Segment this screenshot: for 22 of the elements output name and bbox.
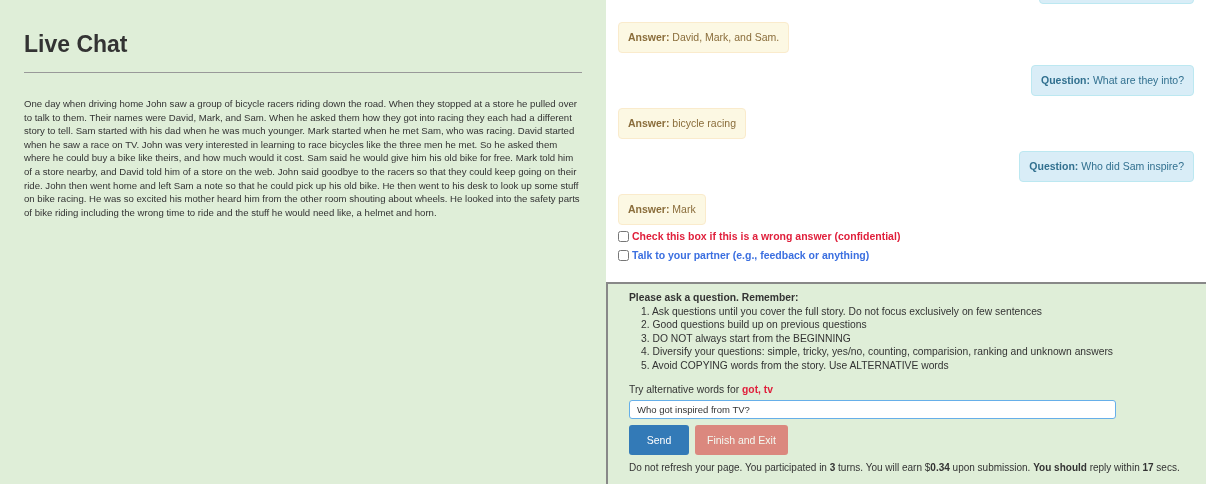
checkbox[interactable]: [618, 250, 629, 262]
form-heading: Please ask a question. Remember:: [629, 291, 800, 305]
answer-message: Answer: Mark: [618, 194, 706, 225]
story-text: One day when driving home John saw a group of bicycle racers riding down the road. When they stopped at a store he pulled over to talk to them. Their names were David, Mark, and Sam. When he asked them how they got into racing they each had a different story to tell. Sam started with his dad when he was much younger. Mark started when he met Sam, who was racing. David started when he saw a race on TV. John was very interested in learning to race bicycles like the three men he met. So he asked them where he could buy a bike like theirs, and how much would it cost. Sam said he would give him his old bike for free. Mark told him of a store nearby, and David told him of a store on the web. John said goodbye to the racers so that they could keep going on their ride. John then went home and left Sam a note so that he could pick up his old bike. He then went to his desk to look up some stuff on bike racing. He was so excited his mother heard him from the other room shouting about wheels. He looked into the safety parts of bike riding including the wrong time to ride and the stuff he would need like, a helmet and horn.: [24, 97, 581, 220]
checkbox-label[interactable]: Talk to your partner (e.g., feedback or anything): [632, 247, 870, 264]
status-text: Do not refresh your page. You participated in 3 turns. You will earn $0.34 upon submission. You should reply within 17 secs.: [629, 461, 1181, 475]
checkbox-label[interactable]: Check this box if this is a wrong answer (confidential): [632, 229, 901, 245]
page-title: Live Chat: [24, 30, 582, 73]
checkbox[interactable]: [618, 231, 629, 243]
question-message: Question: What are they into?: [1031, 65, 1194, 96]
question-message: Question: Who did Sam inspire?: [1019, 151, 1194, 182]
rule-text: 2. Good questions build up on previous questions: [641, 318, 868, 332]
rule-text: 4. Diversify your questions: simple, tricky, yes/no, counting, comparision, ranking and unknown answers: [641, 345, 1114, 359]
question-input[interactable]: Who got inspired from TV?: [629, 400, 1116, 420]
rule-text: 1. Ask questions until you cover the full story. Do not focus exclusively on few sentences: [641, 304, 1044, 319]
answer-message: Answer: bicycle racing: [618, 108, 746, 139]
answer-message: Answer: David, Mark, and Sam.: [618, 22, 790, 53]
hint-words: got, tv: [742, 383, 773, 397]
rule-text: 5. Avoid COPYING words from the story. Use ALTERNATIVE words: [641, 358, 950, 373]
rule-text: 3. DO NOT always start from the BEGINNING: [641, 331, 852, 346]
hint-text: Try alternative words for: [629, 383, 740, 397]
send-button[interactable]: Send: [629, 425, 689, 456]
